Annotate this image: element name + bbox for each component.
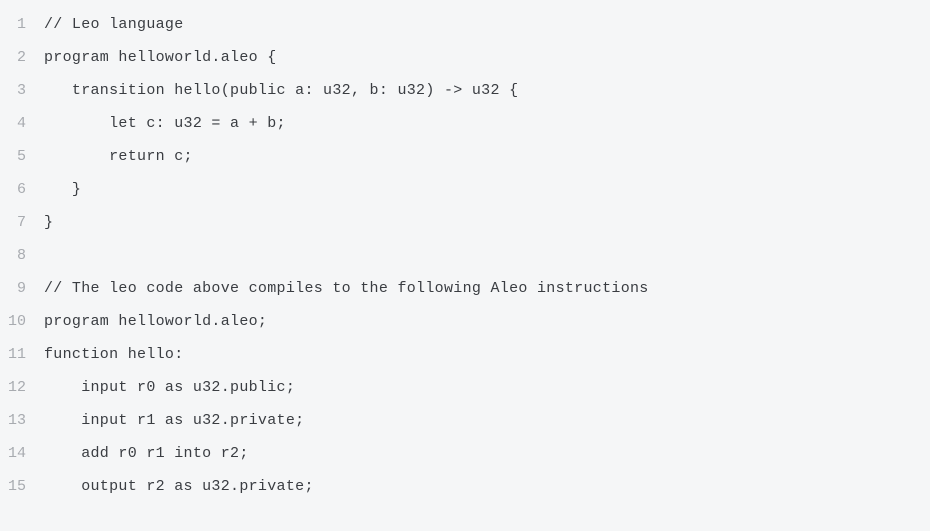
code-line: 1 // Leo language <box>0 8 930 41</box>
code-line: 5 return c; <box>0 140 930 173</box>
line-content: function hello: <box>44 338 184 371</box>
code-line: 14 add r0 r1 into r2; <box>0 437 930 470</box>
line-number: 9 <box>0 272 44 305</box>
code-line: 3 transition hello(public a: u32, b: u32… <box>0 74 930 107</box>
line-content: transition hello(public a: u32, b: u32) … <box>44 74 518 107</box>
line-content: output r2 as u32.private; <box>44 470 314 503</box>
line-number: 12 <box>0 371 44 404</box>
line-number: 1 <box>0 8 44 41</box>
code-block: 1 // Leo language 2 program helloworld.a… <box>0 8 930 503</box>
code-line: 8 <box>0 239 930 272</box>
line-content: } <box>44 206 53 239</box>
line-number: 6 <box>0 173 44 206</box>
line-number: 8 <box>0 239 44 272</box>
line-content: // The leo code above compiles to the fo… <box>44 272 649 305</box>
line-number: 10 <box>0 305 44 338</box>
line-content: let c: u32 = a + b; <box>44 107 286 140</box>
line-content: input r1 as u32.private; <box>44 404 304 437</box>
line-number: 7 <box>0 206 44 239</box>
line-number: 15 <box>0 470 44 503</box>
code-line: 2 program helloworld.aleo { <box>0 41 930 74</box>
line-content: add r0 r1 into r2; <box>44 437 249 470</box>
code-line: 7 } <box>0 206 930 239</box>
code-line: 15 output r2 as u32.private; <box>0 470 930 503</box>
line-number: 3 <box>0 74 44 107</box>
line-content: return c; <box>44 140 193 173</box>
code-line: 11 function hello: <box>0 338 930 371</box>
code-line: 12 input r0 as u32.public; <box>0 371 930 404</box>
line-content: // Leo language <box>44 8 184 41</box>
code-line: 10 program helloworld.aleo; <box>0 305 930 338</box>
line-content: } <box>44 173 81 206</box>
line-number: 13 <box>0 404 44 437</box>
line-number: 2 <box>0 41 44 74</box>
code-line: 9 // The leo code above compiles to the … <box>0 272 930 305</box>
code-line: 4 let c: u32 = a + b; <box>0 107 930 140</box>
line-content: program helloworld.aleo { <box>44 41 277 74</box>
line-content: input r0 as u32.public; <box>44 371 295 404</box>
line-content: program helloworld.aleo; <box>44 305 267 338</box>
line-number: 11 <box>0 338 44 371</box>
line-number: 5 <box>0 140 44 173</box>
line-number: 14 <box>0 437 44 470</box>
code-line: 13 input r1 as u32.private; <box>0 404 930 437</box>
line-number: 4 <box>0 107 44 140</box>
code-line: 6 } <box>0 173 930 206</box>
